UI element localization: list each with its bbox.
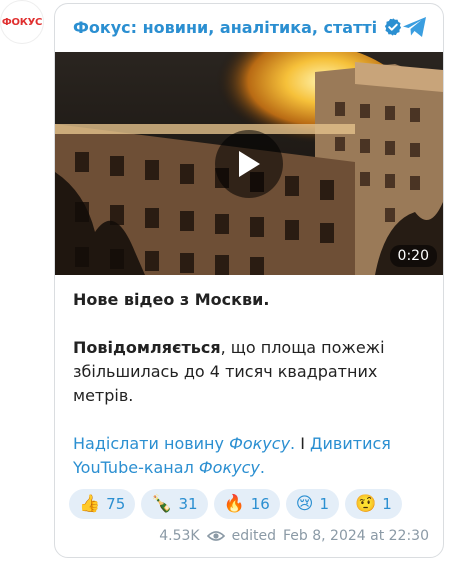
reaction-count: 1 — [382, 495, 392, 513]
play-icon — [239, 150, 260, 177]
reaction-raised-eyebrow[interactable]: 🤨 1 — [345, 489, 402, 519]
share-icon[interactable] — [401, 14, 429, 40]
view-count: 4.53K — [159, 528, 200, 544]
message-card: Фокус: новини, аналітика, статті 0:20 Но… — [54, 3, 444, 558]
video-duration: 0:20 — [389, 245, 437, 267]
reaction-count: 1 — [319, 495, 330, 513]
submit-news-link-italic: Фокусу — [229, 434, 291, 453]
reaction-champagne[interactable]: 🍾 31 — [141, 489, 208, 519]
champagne-icon: 🍾 — [151, 494, 173, 514]
video-player[interactable]: 0:20 — [55, 52, 443, 275]
reaction-count: 31 — [178, 495, 198, 513]
channel-name[interactable]: Фокус: новини, аналітика, статті — [73, 18, 377, 37]
submit-news-link-text: Надіслати новину — [73, 434, 230, 453]
channel-avatar[interactable]: ФОКУС — [0, 0, 44, 44]
reaction-crying[interactable]: 😢 1 — [285, 489, 340, 519]
thumbs-up-icon: 👍 — [79, 494, 101, 514]
message-timestamp: Feb 8, 2024 at 22:30 — [283, 528, 429, 544]
reaction-count: 16 — [250, 495, 270, 513]
message-headline: Нове відео з Москви. — [73, 288, 433, 312]
message-meta: 4.53K edited Feb 8, 2024 at 22:30 — [159, 528, 429, 544]
reaction-thumbs-up[interactable]: 👍 75 — [69, 489, 136, 519]
message-header: Фокус: новини, аналітика, статті — [55, 4, 443, 50]
play-button[interactable] — [215, 129, 283, 198]
crying-face-icon: 😢 — [295, 494, 314, 514]
body-bold-word: Повідомляється — [73, 338, 221, 357]
avatar-logo-text: ФОКУС — [1, 16, 43, 28]
message-body: Повідомляється, що площа пожежі збільшил… — [73, 336, 433, 408]
reaction-count: 75 — [106, 495, 126, 513]
link-separator: I — [295, 434, 311, 453]
youtube-link-italic: Фокусу — [198, 458, 260, 477]
raised-eyebrow-face-icon: 🤨 — [355, 494, 377, 514]
youtube-link-end: . — [259, 458, 265, 477]
eye-icon — [206, 531, 225, 541]
fire-icon: 🔥 — [223, 494, 245, 514]
submit-news-link[interactable]: Надіслати новину Фокусу. — [73, 434, 295, 453]
edited-label: edited — [231, 528, 276, 544]
reaction-fire[interactable]: 🔥 16 — [213, 489, 280, 519]
reactions-bar: 👍 75 🍾 31 🔥 16 😢 1 🤨 1 — [69, 489, 402, 519]
message-text: Нове відео з Москви. Повідомляється, що … — [73, 288, 433, 480]
headline-text: Нове відео з Москви. — [73, 290, 270, 309]
message-links: Надіслати новину Фокусу. I Дивитися YouT… — [73, 432, 433, 480]
